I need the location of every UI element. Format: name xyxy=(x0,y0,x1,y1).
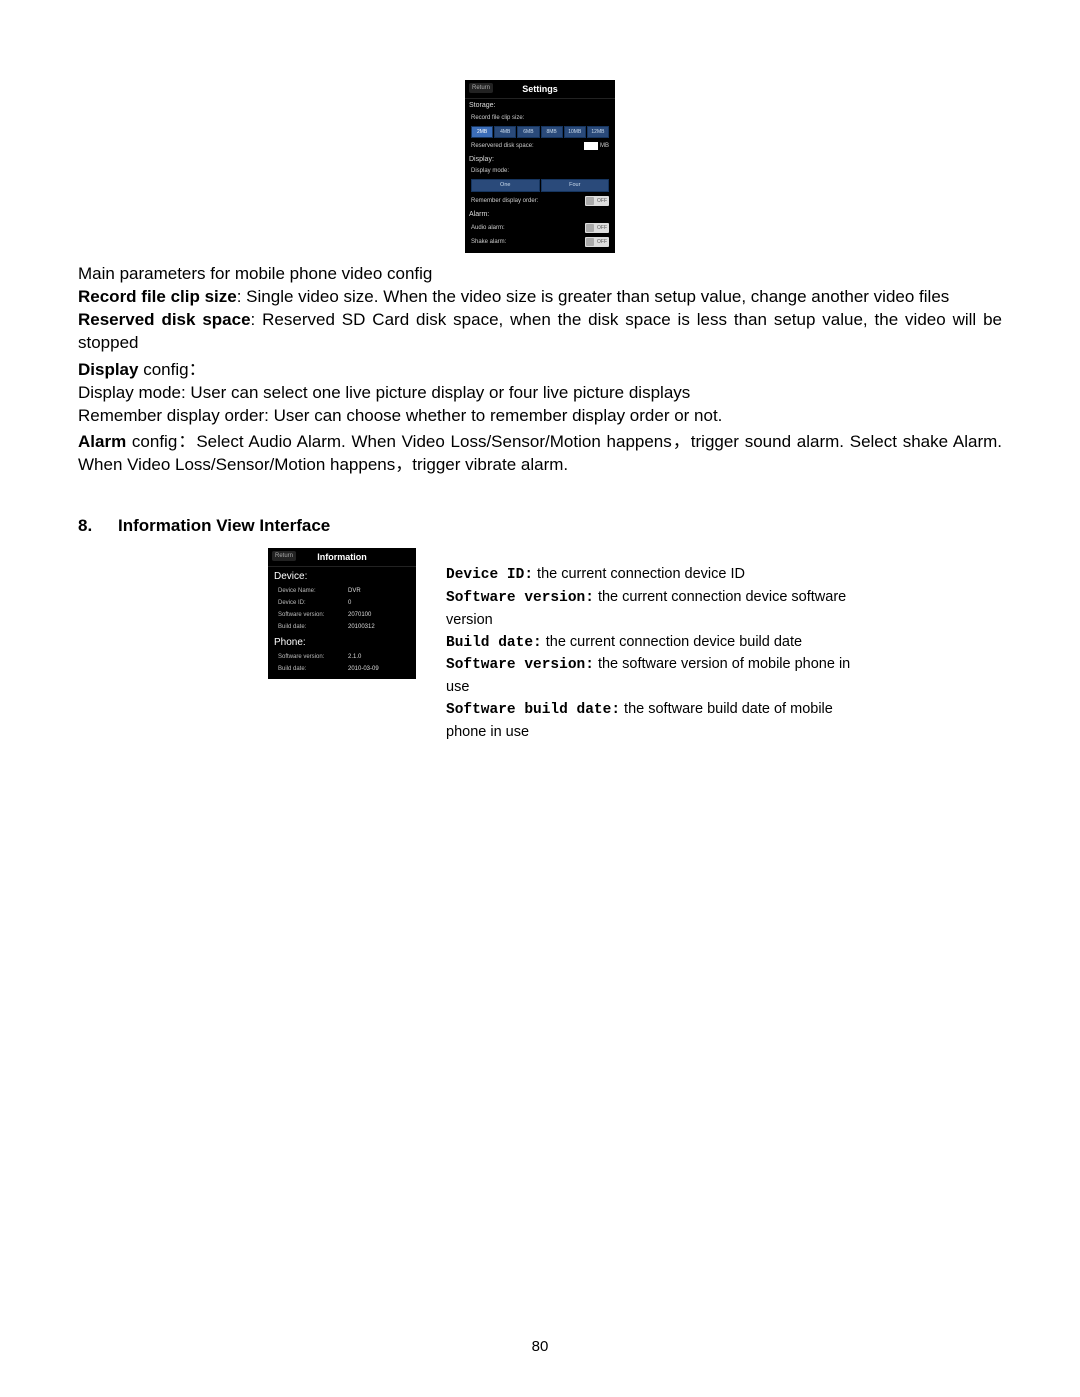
desc-device-id-txt: the current connection device ID xyxy=(533,566,745,582)
desc-sw-ver2: Software version: the software version o… xyxy=(446,654,876,699)
reserved-bold: Reserved disk space xyxy=(78,310,251,329)
desc-sw-ver: Software version: the current connection… xyxy=(446,587,876,632)
display-config-line: Display config： xyxy=(78,359,1002,382)
remember-line: Remember display order: User can choose … xyxy=(78,405,1002,428)
phone-build-val: 2010-03-09 xyxy=(348,665,379,673)
phone-build-row: Build date:2010-03-09 xyxy=(268,663,416,675)
remember-toggle[interactable]: OFF xyxy=(585,196,609,206)
phone-section: Phone: xyxy=(268,633,416,651)
clip-opt-3[interactable]: 8MB xyxy=(541,126,563,139)
device-section: Device: xyxy=(268,567,416,585)
alarm-bold: Alarm xyxy=(78,432,126,451)
sw-ver-val: 2070100 xyxy=(348,611,371,619)
section-8-heading: 8.Information View Interface xyxy=(78,515,1002,538)
desc-build-date-lbl: Build date: xyxy=(446,635,542,651)
section-8-num: 8. xyxy=(78,515,118,538)
display-mode-label: Display mode: xyxy=(465,165,615,177)
remember-label: Remember display order: xyxy=(471,197,538,205)
page-number: 80 xyxy=(0,1337,1080,1357)
settings-screenshot: Return Settings Storage: Record file cli… xyxy=(465,80,615,253)
device-id-lbl: Device ID: xyxy=(278,599,348,607)
device-name-val: DVR xyxy=(348,587,361,595)
information-screenshot: Return Information Device: Device Name:D… xyxy=(268,548,416,679)
reserved-row: Reservered disk space: MB xyxy=(465,140,615,152)
desc-device-id: Device ID: the current connection device… xyxy=(446,564,876,587)
clip-opt-2[interactable]: 6MB xyxy=(517,126,539,139)
clip-size-segmented[interactable]: 2MB 4MB 6MB 8MB 10MB 12MB xyxy=(471,126,609,139)
display-mode-line: Display mode: User can select one live p… xyxy=(78,382,1002,405)
remember-row: Remember display order: OFF xyxy=(465,194,615,208)
sw-ver-row: Software version:2070100 xyxy=(268,609,416,621)
clip-opt-1[interactable]: 4MB xyxy=(494,126,516,139)
display-config: config： xyxy=(138,360,205,379)
phone-sw-ver-val: 2.1.0 xyxy=(348,653,361,661)
info-return-button[interactable]: Return xyxy=(272,551,296,561)
device-id-row: Device ID:0 xyxy=(268,597,416,609)
information-wrap: Return Information Device: Device Name:D… xyxy=(268,548,1002,743)
alarm-line: Alarm config：Select Audio Alarm. When Vi… xyxy=(78,431,1002,477)
record-clip-label: Record file clip size: xyxy=(465,112,615,124)
reserved-line: Reserved disk space: Reserved SD Card di… xyxy=(78,309,1002,355)
section-8-title: Information View Interface xyxy=(118,516,330,535)
display-label: Display: xyxy=(465,153,615,165)
desc-device-id-lbl: Device ID: xyxy=(446,567,533,583)
display-mode-segmented[interactable]: One Four xyxy=(471,179,609,192)
desc-sw-build: Software build date: the software build … xyxy=(446,699,876,744)
build-date-lbl: Build date: xyxy=(278,623,348,631)
storage-label: Storage: xyxy=(465,99,615,111)
main-params-line: Main parameters for mobile phone video c… xyxy=(78,263,1002,286)
shake-alarm-toggle[interactable]: OFF xyxy=(585,237,609,247)
desc-sw-ver2-lbl: Software version: xyxy=(446,657,594,673)
clip-opt-4[interactable]: 10MB xyxy=(564,126,586,139)
alarm-label: Alarm: xyxy=(465,208,615,220)
clip-opt-0[interactable]: 2MB xyxy=(471,126,493,139)
reserved-label: Reservered disk space: xyxy=(471,142,534,150)
build-date-row: Build date:20100312 xyxy=(268,621,416,633)
phone-build-lbl: Build date: xyxy=(278,665,348,673)
return-button[interactable]: Return xyxy=(469,83,493,93)
display-bold: Display xyxy=(78,360,138,379)
record-line: Record file clip size: Single video size… xyxy=(78,286,1002,309)
audio-alarm-label: Audio alarm: xyxy=(471,224,505,232)
shake-alarm-row: Shake alarm: OFF xyxy=(465,235,615,249)
reserved-unit: MB xyxy=(600,142,609,150)
desc-sw-ver-lbl: Software version: xyxy=(446,590,594,606)
display-mode-four[interactable]: Four xyxy=(541,179,610,192)
shake-alarm-label: Shake alarm: xyxy=(471,238,506,246)
desc-sw-build-lbl: Software build date: xyxy=(446,702,620,718)
build-date-val: 20100312 xyxy=(348,623,375,631)
desc-build-date-txt: the current connection device build date xyxy=(542,634,802,650)
audio-alarm-toggle[interactable]: OFF xyxy=(585,223,609,233)
display-mode-one[interactable]: One xyxy=(471,179,540,192)
record-bold: Record file clip size xyxy=(78,287,237,306)
device-name-lbl: Device Name: xyxy=(278,587,348,595)
phone-sw-ver-lbl: Software version: xyxy=(278,653,348,661)
alarm-text: config：Select Audio Alarm. When Video Lo… xyxy=(78,432,1002,474)
settings-header: Return Settings xyxy=(465,80,615,99)
clip-opt-5[interactable]: 12MB xyxy=(587,126,609,139)
audio-alarm-row: Audio alarm: OFF xyxy=(465,221,615,235)
record-text: : Single video size. When the video size… xyxy=(237,287,950,306)
reserved-input[interactable] xyxy=(584,142,598,150)
info-header: Return Information xyxy=(268,548,416,567)
desc-build-date: Build date: the current connection devic… xyxy=(446,632,876,655)
phone-sw-ver-row: Software version:2.1.0 xyxy=(268,651,416,663)
device-name-row: Device Name:DVR xyxy=(268,585,416,597)
sw-ver-lbl: Software version: xyxy=(278,611,348,619)
device-id-val: 0 xyxy=(348,599,351,607)
info-descriptions: Device ID: the current connection device… xyxy=(446,548,876,743)
